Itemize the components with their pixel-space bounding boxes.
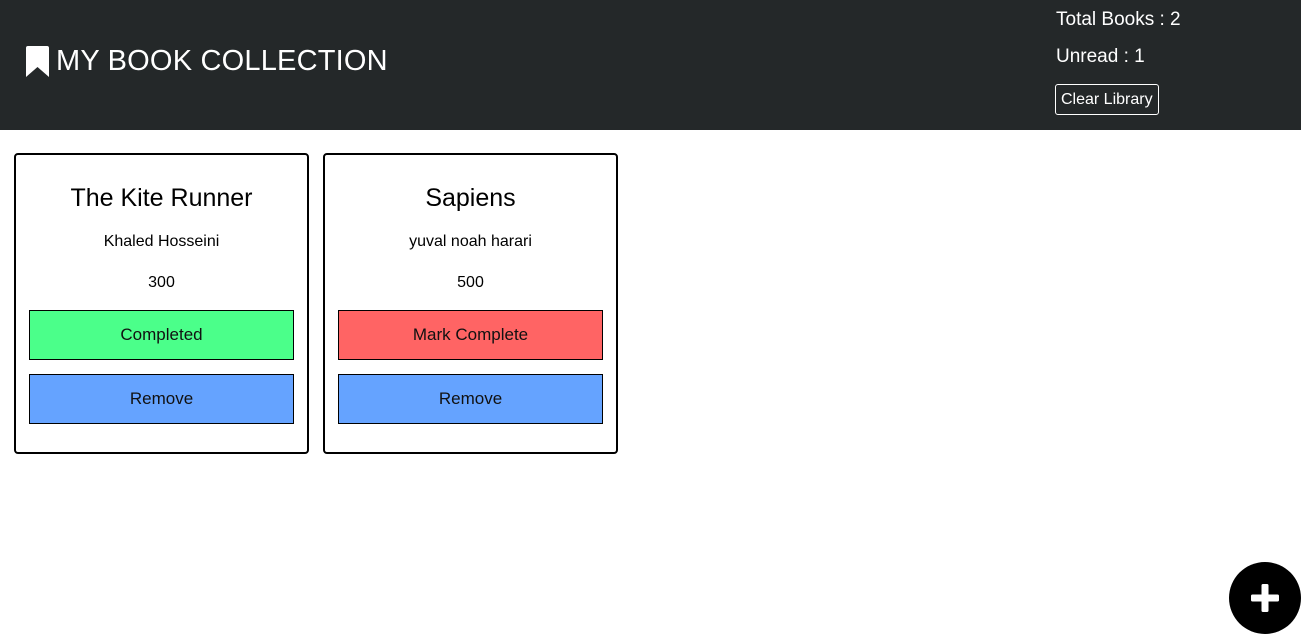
remove-book-button[interactable]: Remove (29, 374, 294, 424)
add-book-button[interactable] (1229, 562, 1301, 634)
page-title: MY BOOK COLLECTION (56, 45, 388, 77)
unread-count: Unread : 1 (1056, 46, 1145, 67)
remove-book-button[interactable]: Remove (338, 374, 603, 424)
total-books-count: Total Books : 2 (1056, 9, 1181, 30)
book-title: The Kite Runner (70, 184, 253, 212)
read-status-button[interactable]: Completed (29, 310, 294, 360)
book-title: Sapiens (425, 184, 516, 212)
book-card: Sapiens yuval noah harari 500 Mark Compl… (323, 153, 618, 454)
bookmark-icon (26, 45, 49, 77)
book-author: Khaled Hosseini (103, 233, 220, 250)
clear-library-button[interactable]: Clear Library (1055, 84, 1159, 115)
mark-complete-button[interactable]: Mark Complete (338, 310, 603, 360)
book-author: yuval noah harari (409, 233, 532, 250)
brand: MY BOOK COLLECTION (26, 44, 388, 78)
app-header: MY BOOK COLLECTION Total Books : 2 Unrea… (0, 0, 1301, 130)
plus-icon (1251, 584, 1279, 612)
book-pages: 500 (457, 274, 484, 291)
book-pages: 300 (148, 274, 175, 291)
book-card: The Kite Runner Khaled Hosseini 300 Comp… (14, 153, 309, 454)
